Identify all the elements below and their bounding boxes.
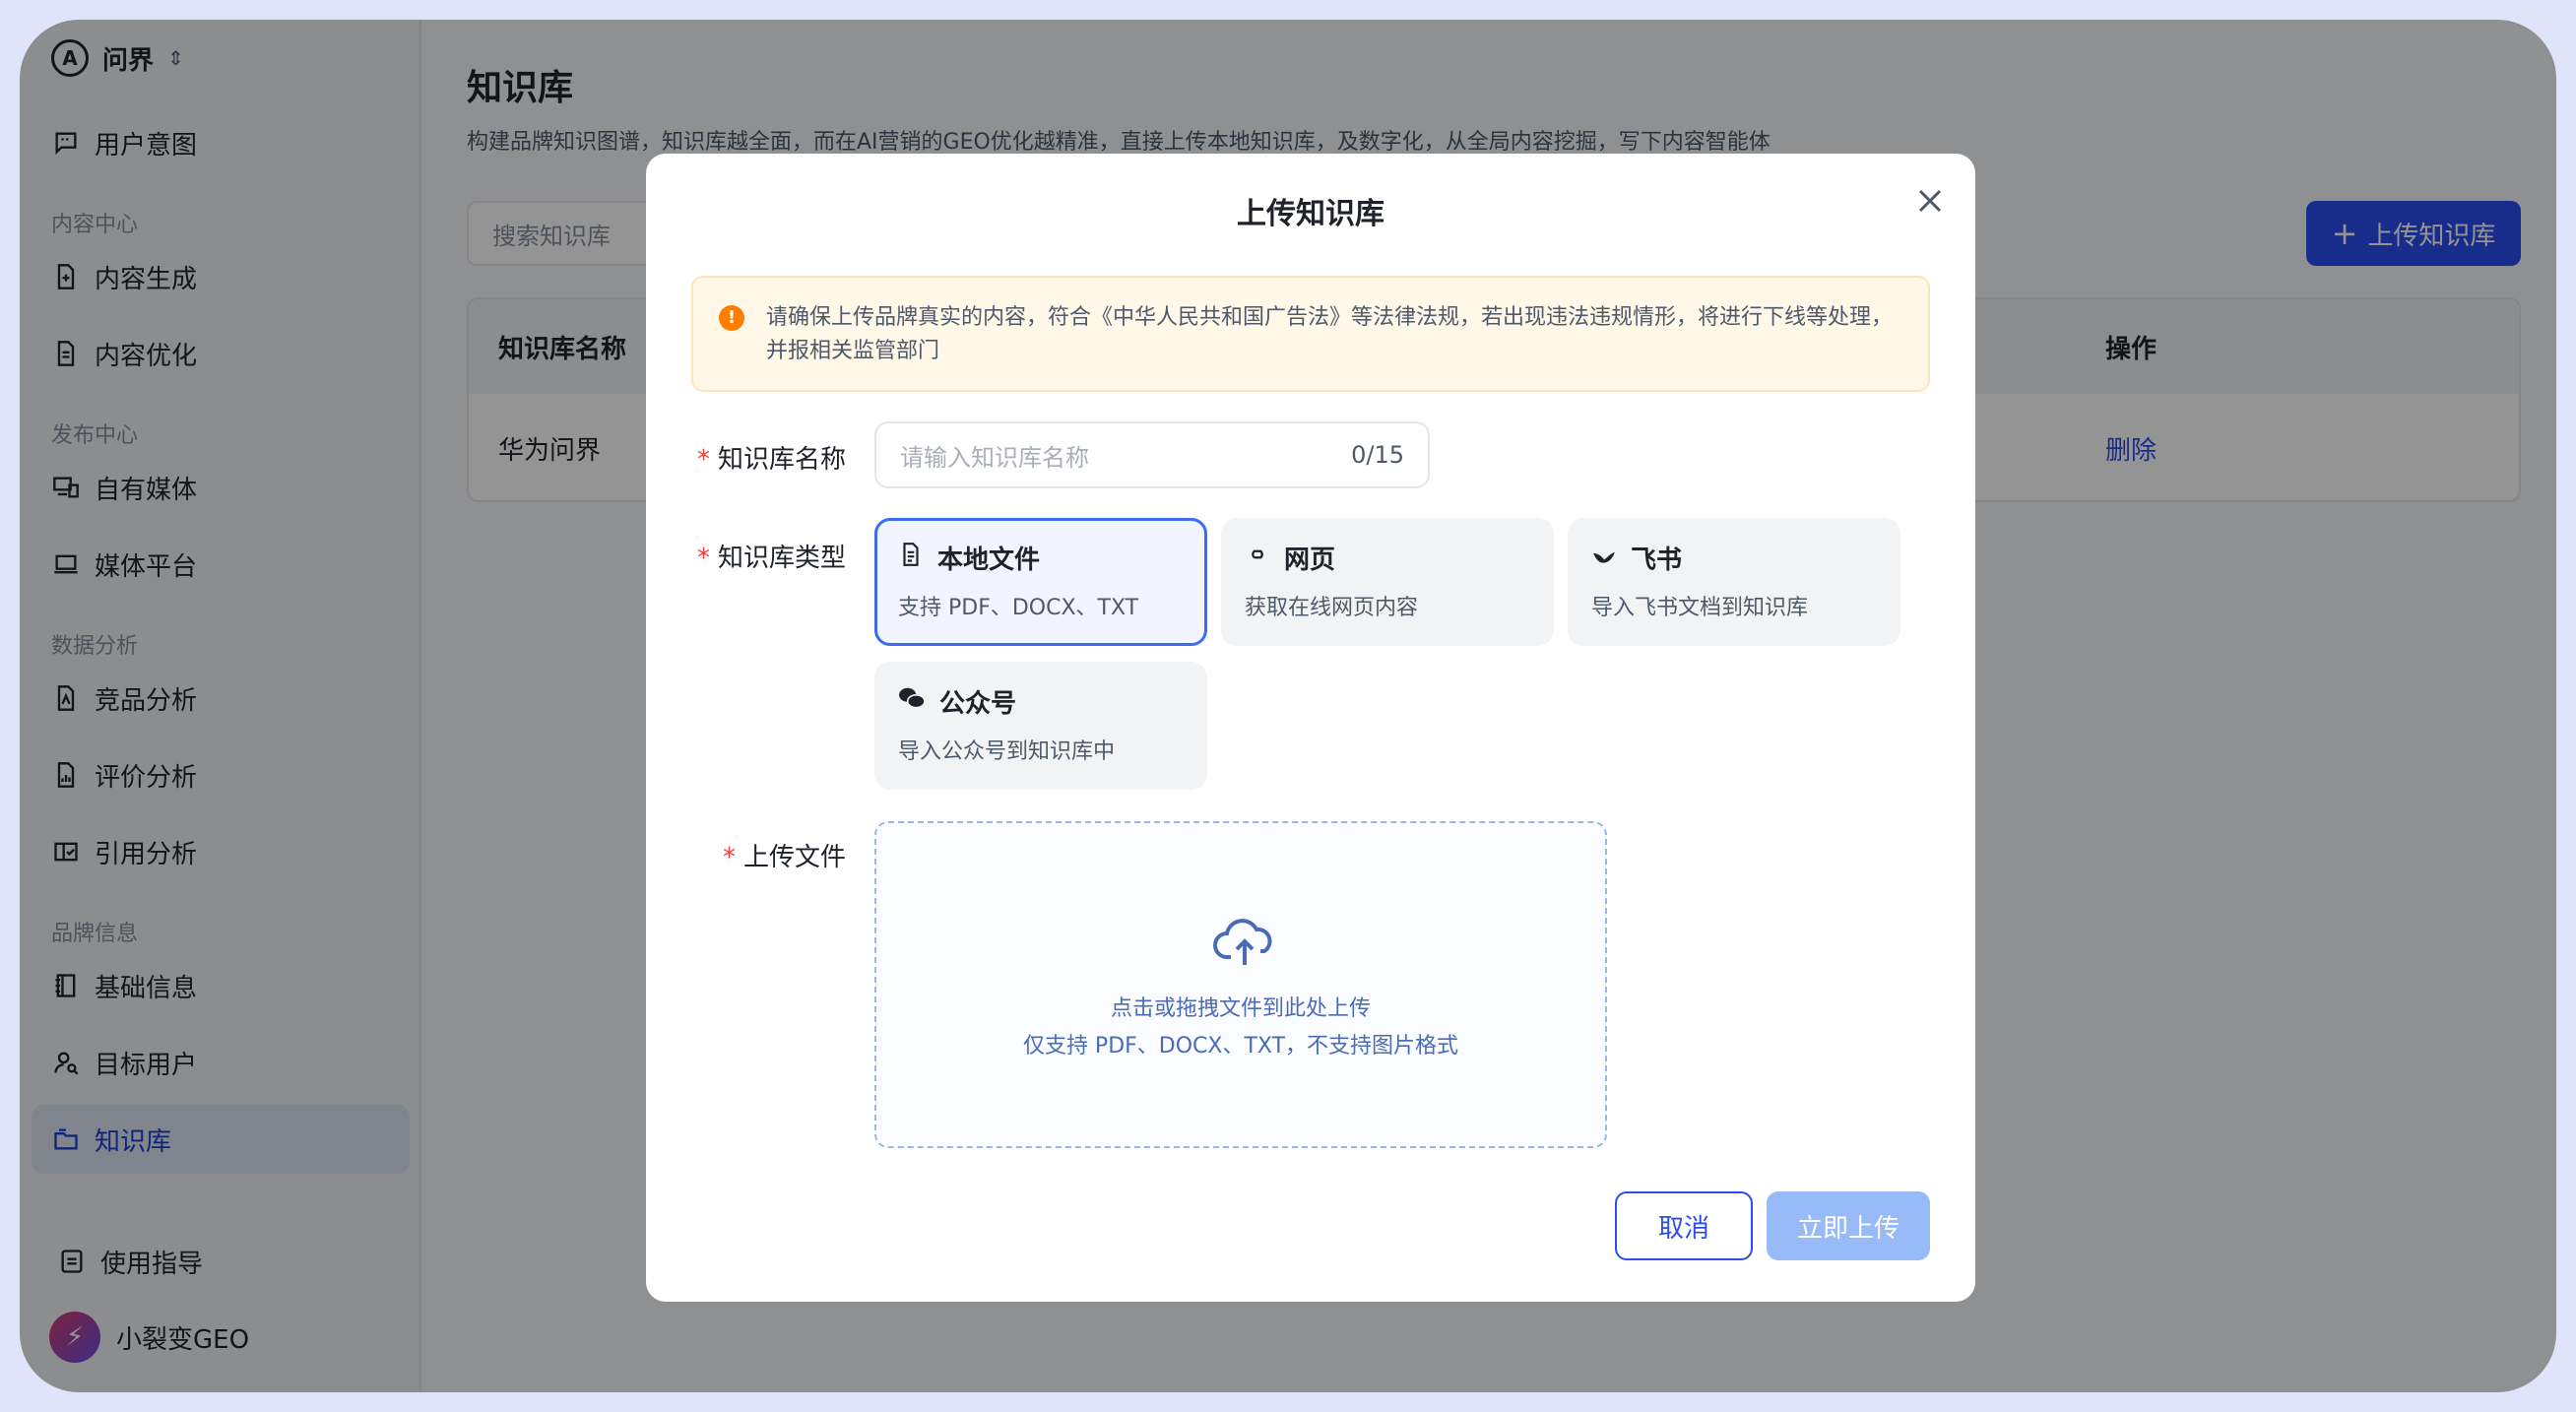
knowledge-name-input[interactable]: 请输入知识库名称 0/15	[874, 421, 1430, 488]
type-label: * 知识库类型	[697, 544, 847, 573]
type-card-subtitle: 导入飞书文档到知识库	[1591, 596, 1809, 620]
name-placeholder: 请输入知识库名称	[900, 443, 1089, 472]
type-card-subtitle: 支持 PDF、DOCX、TXT	[898, 596, 1139, 620]
type-card-local-file[interactable]: 本地文件 支持 PDF、DOCX、TXT	[874, 518, 1207, 646]
cloud-upload-icon	[1213, 916, 1276, 969]
type-card-feishu[interactable]: 飞书 导入飞书文档到知识库	[1568, 518, 1900, 646]
document-icon	[898, 542, 924, 574]
warning-text: 请确保上传品牌真实的内容，符合《中华人民共和国广告法》等法律法规，若出现违法违规…	[766, 305, 1894, 363]
warning-icon: !	[719, 305, 744, 331]
dropzone-hint: 点击或拖拽文件到此处上传	[1110, 996, 1371, 1021]
app-window: A 问界 ⇕ 用户意图 内容中心 内容生成 内容优化 发布中心 自有媒体 媒体平…	[20, 20, 2556, 1392]
type-card-webpage[interactable]: 网页 获取在线网页内容	[1221, 518, 1554, 646]
type-card-subtitle: 获取在线网页内容	[1245, 596, 1419, 620]
cancel-button[interactable]: 取消	[1615, 1191, 1753, 1260]
modal-title: 上传知识库	[1237, 197, 1385, 231]
name-label: * 知识库名称	[697, 445, 847, 475]
warning-alert: ! 请确保上传品牌真实的内容，符合《中华人民共和国广告法》等法律法规，若出现违法…	[691, 276, 1930, 392]
type-card-title: 本地文件	[937, 546, 1041, 575]
upload-knowledge-modal: 上传知识库 ! 请确保上传品牌真实的内容，符合《中华人民共和国广告法》等法律法规…	[646, 154, 1975, 1302]
type-card-wechat[interactable]: 公众号 导入公众号到知识库中	[874, 662, 1207, 790]
feishu-icon	[1591, 542, 1617, 574]
char-counter: 0/15	[1351, 441, 1404, 469]
wechat-icon	[898, 685, 926, 718]
file-dropzone[interactable]: 点击或拖拽文件到此处上传 仅支持 PDF、DOCX、TXT，不支持图片格式	[874, 821, 1607, 1148]
type-card-title: 飞书	[1631, 546, 1683, 575]
submit-upload-button[interactable]: 立即上传	[1767, 1191, 1930, 1260]
type-card-title: 网页	[1284, 546, 1336, 575]
file-label: * 上传文件	[723, 843, 847, 872]
dropzone-format-hint: 仅支持 PDF、DOCX、TXT，不支持图片格式	[1022, 1034, 1459, 1059]
type-card-subtitle: 导入公众号到知识库中	[898, 739, 1116, 764]
close-icon[interactable]	[1910, 181, 1950, 221]
type-card-title: 公众号	[939, 689, 1017, 719]
link-icon	[1245, 542, 1270, 574]
